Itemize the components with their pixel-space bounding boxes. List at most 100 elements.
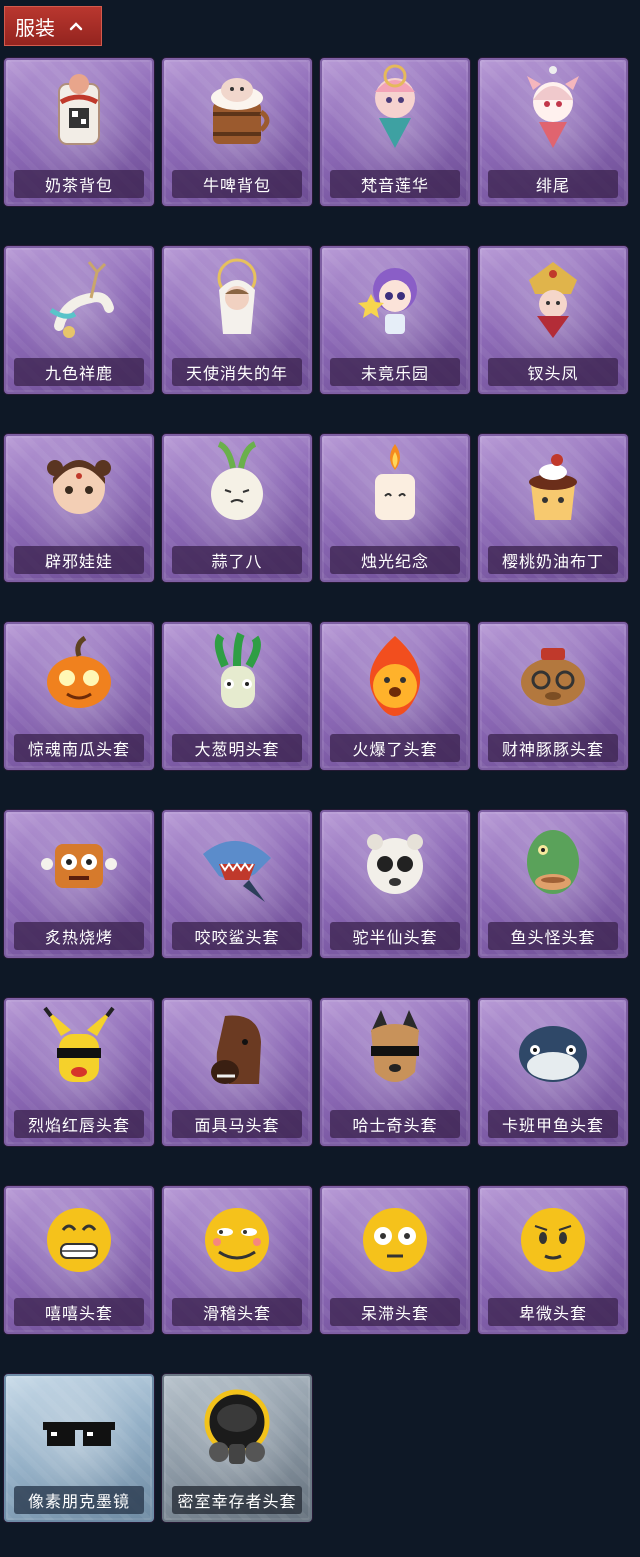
item-card[interactable]: 滑稽头套: [162, 1186, 312, 1334]
item-label-bar: 呆滞头套: [330, 1298, 460, 1326]
item-card[interactable]: 天使消失的年: [162, 246, 312, 394]
item-label-bar: 嘻嘻头套: [14, 1298, 144, 1326]
item-label: 滑稽头套: [202, 1304, 271, 1323]
humble-emoji-mask-icon: [521, 1208, 585, 1272]
fish-head-mask-icon: [527, 830, 579, 894]
bbq-meat-icon: [41, 844, 117, 888]
item-label-bar: 滑稽头套: [172, 1298, 302, 1326]
milk-tea-backpack-icon: [58, 74, 100, 145]
item-label: 烈焰红唇头套: [27, 1116, 130, 1135]
item-card[interactable]: 辟邪娃娃: [4, 434, 154, 582]
item-card[interactable]: 火爆了头套: [320, 622, 470, 770]
item-label-bar: 天使消失的年: [172, 358, 302, 386]
item-label: 樱桃奶油布丁: [501, 552, 604, 571]
item-card[interactable]: 烛光纪念: [320, 434, 470, 582]
item-label-bar: 火爆了头套: [330, 734, 460, 762]
item-label-bar: 辟邪娃娃: [14, 546, 144, 574]
item-card[interactable]: 九色祥鹿: [4, 246, 154, 394]
item-card[interactable]: 卡班甲鱼头套: [478, 998, 628, 1146]
item-label: 梵音莲华: [360, 176, 429, 195]
item-label-bar: 卑微头套: [488, 1298, 618, 1326]
item-card[interactable]: 卑微头套: [478, 1186, 628, 1334]
item-label-bar: 牛啤背包: [172, 170, 302, 198]
item-card[interactable]: 牛啤背包: [162, 58, 312, 206]
item-card[interactable]: 密室幸存者头套: [162, 1374, 312, 1522]
alpaca-mask-icon: [367, 834, 423, 894]
item-label: 密室幸存者头套: [177, 1492, 297, 1511]
item-label-bar: 驼半仙头套: [330, 922, 460, 950]
item-card[interactable]: 嘻嘻头套: [4, 1186, 154, 1334]
gas-mask-helmet-icon: [204, 1389, 270, 1464]
item-card[interactable]: 鱼头怪头套: [478, 810, 628, 958]
pudding-icon: [529, 454, 577, 520]
item-label: 惊魂南瓜头套: [27, 740, 130, 759]
item-label-bar: 九色祥鹿: [14, 358, 144, 386]
item-label: 卑微头套: [518, 1304, 587, 1323]
item-label-bar: 钗头凤: [488, 358, 618, 386]
item-label-bar: 密室幸存者头套: [172, 1486, 302, 1514]
item-label: 辟邪娃娃: [44, 552, 113, 571]
pufferfish-mask-icon: [519, 1026, 587, 1082]
item-card[interactable]: 钗头凤: [478, 246, 628, 394]
item-card[interactable]: 绯尾: [478, 58, 628, 206]
item-label-bar: 哈士奇头套: [330, 1110, 460, 1138]
item-label-bar: 樱桃奶油布丁: [488, 546, 618, 574]
candle-icon: [375, 444, 415, 520]
item-card[interactable]: 呆滞头套: [320, 1186, 470, 1334]
item-label: 钗头凤: [527, 364, 579, 383]
pixel-sunglasses-icon: [43, 1422, 115, 1446]
scallion-mask-icon: [214, 632, 261, 708]
funny-emoji-mask-icon: [205, 1208, 269, 1272]
item-card[interactable]: 樱桃奶油布丁: [478, 434, 628, 582]
item-card[interactable]: 面具马头套: [162, 998, 312, 1146]
capybara-mask-icon: [521, 648, 585, 706]
angel-doll-icon: [217, 258, 257, 334]
item-card[interactable]: 惊魂南瓜头套: [4, 622, 154, 770]
item-label-bar: 炙热烧烤: [14, 922, 144, 950]
item-card[interactable]: 梵音莲华: [320, 58, 470, 206]
item-card[interactable]: 哈士奇头套: [320, 998, 470, 1146]
grin-emoji-mask-icon: [47, 1208, 111, 1272]
item-label-bar: 未竟乐园: [330, 358, 460, 386]
item-label: 九色祥鹿: [44, 364, 113, 383]
item-label-bar: 蒜了八: [172, 546, 302, 574]
horse-mask-icon: [211, 1015, 261, 1084]
item-card[interactable]: 未竟乐园: [320, 246, 470, 394]
item-label: 卡班甲鱼头套: [501, 1116, 604, 1135]
item-card[interactable]: 财神豚豚头套: [478, 622, 628, 770]
item-label: 绯尾: [535, 176, 570, 195]
item-label-bar: 咬咬鲨头套: [172, 922, 302, 950]
item-label: 天使消失的年: [185, 364, 288, 383]
item-card[interactable]: 蒜了八: [162, 434, 312, 582]
item-label-bar: 大葱明头套: [172, 734, 302, 762]
deer-charm-icon: [49, 261, 114, 338]
item-label-bar: 绯尾: [488, 170, 618, 198]
item-label: 奶茶背包: [44, 176, 113, 195]
item-label-bar: 面具马头套: [172, 1110, 302, 1138]
item-label: 嘻嘻头套: [44, 1304, 113, 1323]
fox-girl-doll-icon: [527, 66, 579, 148]
item-label: 财神豚豚头套: [501, 740, 604, 759]
chevron-up-icon: [69, 22, 83, 31]
lotus-fairy-doll-icon: [375, 64, 415, 148]
item-label: 火爆了头套: [352, 740, 438, 759]
item-label: 像素朋克墨镜: [27, 1492, 130, 1511]
item-label: 蒜了八: [211, 552, 263, 571]
item-label-bar: 梵音莲华: [330, 170, 460, 198]
section-tab-outfit[interactable]: 服装: [4, 6, 102, 46]
item-label-bar: 惊魂南瓜头套: [14, 734, 144, 762]
item-label: 呆滞头套: [360, 1304, 429, 1323]
item-card[interactable]: 驼半仙头套: [320, 810, 470, 958]
item-card[interactable]: 大葱明头套: [162, 622, 312, 770]
item-card[interactable]: 咬咬鲨头套: [162, 810, 312, 958]
fire-mask-icon: [369, 636, 421, 716]
item-card[interactable]: 炙热烧烤: [4, 810, 154, 958]
item-label-bar: 烛光纪念: [330, 546, 460, 574]
item-card[interactable]: 烈焰红唇头套: [4, 998, 154, 1146]
phoenix-crown-doll-icon: [529, 262, 577, 338]
item-label: 大葱明头套: [194, 740, 280, 759]
husky-mask-icon: [371, 1010, 419, 1082]
item-card[interactable]: 像素朋克墨镜: [4, 1374, 154, 1522]
item-label-bar: 烈焰红唇头套: [14, 1110, 144, 1138]
item-card[interactable]: 奶茶背包: [4, 58, 154, 206]
